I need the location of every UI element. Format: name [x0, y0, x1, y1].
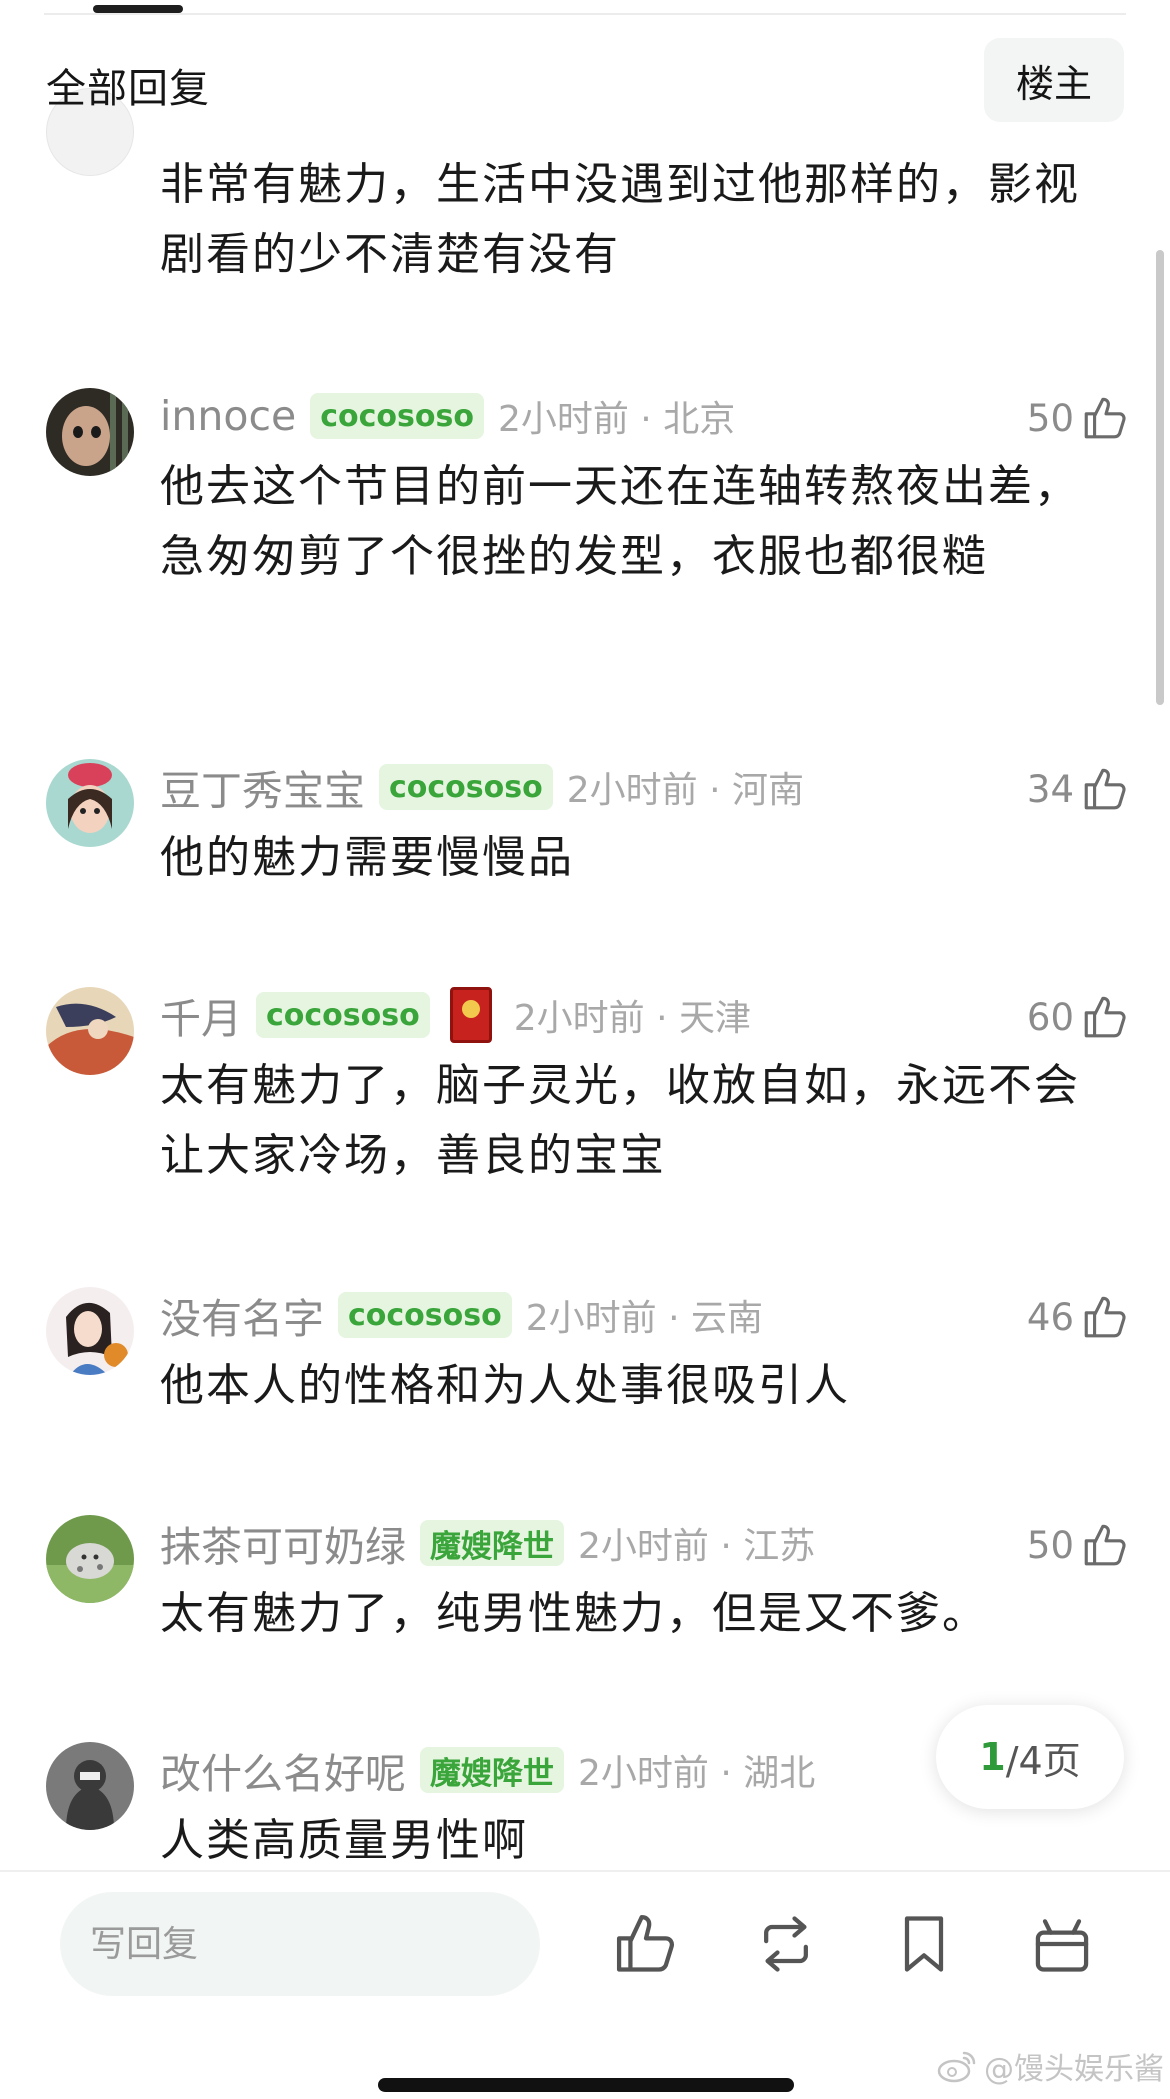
username[interactable]: innoce [160, 392, 296, 440]
like-button[interactable]: 34 [1027, 759, 1130, 819]
like-icon[interactable] [612, 1910, 680, 1978]
avatar[interactable] [46, 759, 134, 847]
comment-meta: 豆丁秀宝宝 cocososo 2小时前 · 河南 [160, 757, 804, 817]
thumbs-up-icon [1084, 397, 1126, 439]
username[interactable]: 豆丁秀宝宝 [160, 757, 365, 817]
tab-indicator [93, 5, 183, 13]
watermark: @馒头娱乐酱 [936, 2044, 1164, 2088]
bottom-action-bar: @馒头娱乐酱 [0, 1870, 1170, 2099]
avatar[interactable] [46, 388, 134, 476]
page: { "header": { "title": "全部回复", "op_butto… [0, 0, 1170, 2099]
top-divider [44, 13, 1126, 15]
like-count: 50 [1026, 396, 1074, 440]
timestamp-location: 2小时前 · 天津 [513, 998, 751, 1039]
current-page: 1 [979, 1735, 1006, 1779]
home-indicator[interactable] [378, 2078, 794, 2092]
comment-meta: 改什么名好呢 魔嫂降世 2小时前 · 湖北 [160, 1740, 815, 1800]
like-count: 34 [1026, 767, 1074, 811]
total-pages: /4页 [1005, 1738, 1081, 1783]
timestamp-location: 2小时前 · 湖北 [578, 1753, 816, 1794]
comment-content: 人类高质量男性啊 [160, 1815, 528, 1866]
timestamp-location: 2小时前 · 北京 [497, 399, 736, 440]
username[interactable]: 没有名字 [160, 1285, 324, 1345]
avatar[interactable] [46, 1515, 134, 1603]
fan-badge[interactable]: cocososo [379, 764, 553, 810]
reply-input[interactable] [60, 1892, 540, 1996]
username[interactable]: 千月 [160, 985, 242, 1045]
fan-badge[interactable]: cocososo [310, 393, 484, 439]
comment-content: 非常有魅力，生活中没遇到过他那样的，影视剧看的少不清楚有没有 [160, 159, 1080, 280]
weibo-logo-icon [937, 2051, 976, 2083]
thumbs-up-icon [1084, 1296, 1126, 1338]
fan-badge[interactable]: 魔嫂降世 [420, 1520, 564, 1566]
comment-content: 他去这个节目的前一天还在连轴转熬夜出差，急匆匆剪了个很挫的发型，衣服也都很糙 [160, 461, 1080, 582]
timestamp-location: 2小时前 · 江苏 [578, 1526, 816, 1567]
like-button[interactable]: 60 [1027, 987, 1130, 1047]
comment-content: 太有魅力了，脑子灵光，收放自如，永远不会让大家冷场，善良的宝宝 [160, 1060, 1080, 1181]
gift-icon[interactable] [1028, 1910, 1096, 1978]
like-count: 46 [1026, 1295, 1074, 1339]
header-title: 全部回复 [46, 66, 210, 112]
username[interactable]: 抹茶可可奶绿 [160, 1513, 406, 1573]
reply-header: 全部回复 楼主 [0, 38, 1170, 122]
timestamp-location: 2小时前 · 河南 [566, 770, 804, 811]
like-button[interactable]: 50 [1027, 388, 1130, 448]
avatar[interactable] [46, 987, 134, 1075]
comment-meta: 没有名字 cocososo 2小时前 · 云南 [160, 1285, 763, 1345]
like-count: 60 [1026, 995, 1074, 1039]
fan-badge[interactable]: cocososo [256, 992, 430, 1038]
bookmark-icon[interactable] [890, 1910, 958, 1978]
like-button[interactable]: 50 [1027, 1515, 1130, 1575]
like-count: 50 [1026, 1523, 1074, 1567]
thumbs-up-icon [1084, 768, 1126, 810]
avatar[interactable] [46, 1742, 134, 1830]
comment-content: 他的魅力需要慢慢品 [160, 832, 574, 883]
comment-meta: innoce cocososo 2小时前 · 北京 [160, 386, 735, 446]
comment-meta: 千月 cocososo 2小时前 · 天津 [160, 985, 751, 1045]
page-indicator[interactable]: 1 /4页 [936, 1705, 1124, 1809]
medal-icon[interactable] [449, 987, 492, 1043]
comment-content: 他本人的性格和为人处事很吸引人 [160, 1360, 850, 1411]
scrollbar[interactable] [1156, 250, 1164, 705]
op-only-button[interactable]: 楼主 [984, 38, 1124, 122]
repost-icon[interactable] [752, 1910, 820, 1978]
avatar[interactable] [46, 1287, 134, 1375]
like-button[interactable]: 46 [1027, 1287, 1130, 1347]
comment-meta: 抹茶可可奶绿 魔嫂降世 2小时前 · 江苏 [160, 1513, 815, 1573]
comment-list: 非常有魅力，生活中没遇到过他那样的，影视剧看的少不清楚有没有 innoce co… [0, 0, 1170, 1870]
comment-content: 太有魅力了，纯男性魅力，但是又不爹。 [160, 1588, 988, 1639]
timestamp-location: 2小时前 · 云南 [525, 1298, 763, 1339]
thumbs-up-icon [1084, 996, 1126, 1038]
watermark-text: @馒头娱乐酱 [984, 2052, 1164, 2087]
fan-badge[interactable]: 魔嫂降世 [420, 1747, 564, 1793]
username[interactable]: 改什么名好呢 [160, 1740, 406, 1800]
thumbs-up-icon [1084, 1524, 1126, 1566]
fan-badge[interactable]: cocososo [338, 1292, 512, 1338]
